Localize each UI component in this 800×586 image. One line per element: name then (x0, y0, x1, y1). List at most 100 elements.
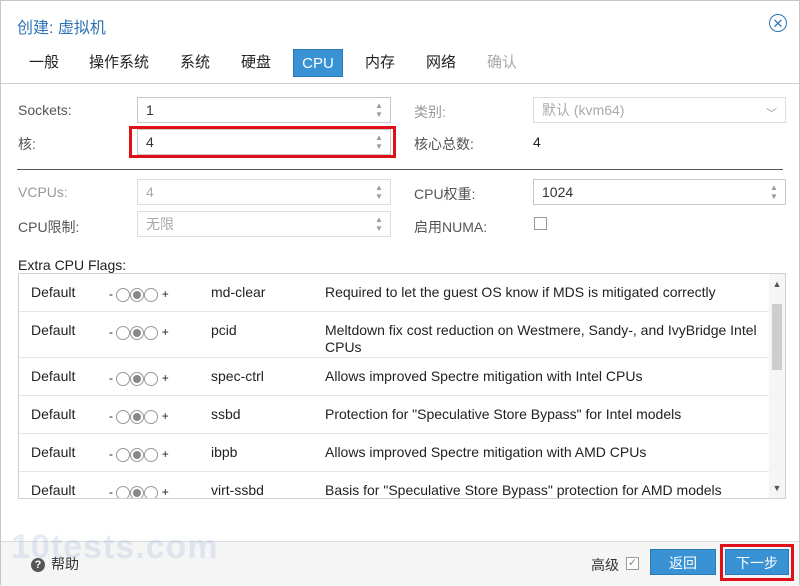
radio-default[interactable] (130, 485, 145, 498)
cpu-limit-value: 无限 (146, 216, 174, 232)
vcpus-input: 4 ▲ ▼ (137, 179, 391, 205)
radio-default[interactable] (130, 371, 145, 386)
chevron-down-icon: ﹀ (766, 108, 777, 120)
radio-off[interactable] (116, 325, 131, 340)
tab-network[interactable]: 网络 (418, 49, 464, 77)
type-value: 默认 (kvm64) (542, 102, 625, 118)
tab-confirm: 确认 (487, 54, 518, 71)
flag-state: Default (31, 482, 76, 498)
spinner-icon[interactable]: ▲ ▼ (374, 101, 384, 119)
spinner-icon[interactable]: ▲ ▼ (769, 183, 779, 201)
flag-toggle[interactable]: - + (109, 447, 169, 462)
total-cores-label: 核心总数: (414, 136, 474, 152)
tab-bar: 一般 操作系统 系统 硬盘 CPU 内存 网络 确认 (17, 49, 783, 79)
flag-row: Default - + virt-ssbd Basis for "Specula… (19, 472, 771, 498)
next-highlight-box (720, 544, 794, 581)
flag-toggle[interactable]: - + (109, 485, 169, 498)
flag-row: Default - + spec-ctrl Allows improved Sp… (19, 358, 771, 396)
total-cores-value: 4 (533, 134, 541, 150)
flag-row: Default - + pcid Meltdown fix cost reduc… (19, 312, 771, 358)
tab-divider (1, 83, 799, 84)
radio-on[interactable] (144, 287, 159, 302)
flag-state: Default (31, 368, 76, 384)
radio-off[interactable] (116, 447, 131, 462)
cpu-limit-label: CPU限制: (18, 219, 80, 235)
vcpus-value: 4 (146, 184, 154, 200)
flag-description: Protection for "Speculative Store Bypass… (325, 406, 682, 422)
flag-toggle[interactable]: - + (109, 287, 169, 302)
radio-off[interactable] (116, 485, 131, 498)
flag-name: pcid (211, 322, 237, 338)
flag-row: Default - + md-clear Required to let the… (19, 274, 771, 312)
flag-description: Allows improved Spectre mitigation with … (325, 444, 647, 460)
radio-off[interactable] (116, 409, 131, 424)
spinner-icon: ▲ ▼ (375, 183, 383, 201)
radio-default[interactable] (130, 325, 145, 340)
radio-on[interactable] (144, 447, 159, 462)
radio-on[interactable] (144, 409, 159, 424)
flags-scrollbar[interactable]: ▲ ▼ (769, 274, 785, 498)
tab-memory[interactable]: 内存 (357, 49, 403, 77)
flag-name: ssbd (211, 406, 241, 422)
tab-general[interactable]: 一般 (21, 49, 67, 77)
numa-checkbox[interactable] (534, 217, 547, 230)
radio-on[interactable] (144, 485, 159, 498)
radio-default[interactable] (130, 409, 145, 424)
cores-highlight-box (129, 126, 396, 158)
flag-description: Allows improved Spectre mitigation with … (325, 368, 643, 384)
sockets-input[interactable]: 1 ▲ ▼ (137, 97, 391, 123)
back-button[interactable]: 返回 (650, 549, 716, 575)
scroll-thumb[interactable] (772, 304, 782, 370)
cpu-limit-input[interactable]: 无限 ▲ ▼ (137, 211, 391, 237)
advanced-label: 高级 (591, 557, 619, 573)
flag-row: Default - + ssbd Protection for "Specula… (19, 396, 771, 434)
advanced-separator (17, 169, 783, 170)
title-bar: 创建: 虚拟机 ✕ (1, 1, 799, 45)
flag-description: Basis for "Speculative Store Bypass" pro… (325, 482, 722, 498)
tab-disk[interactable]: 硬盘 (233, 49, 279, 77)
numa-label: 启用NUMA: (414, 219, 488, 235)
spinner-icon[interactable]: ▲ ▼ (374, 215, 384, 233)
flag-description: Meltdown fix cost reduction on Westmere,… (325, 322, 757, 355)
tab-os[interactable]: 操作系统 (81, 49, 157, 77)
cpu-weight-input[interactable]: 1024 ▲ ▼ (533, 179, 786, 205)
flag-toggle[interactable]: - + (109, 371, 169, 386)
flag-toggle[interactable]: - + (109, 409, 169, 424)
flag-row: Default - + ibpb Allows improved Spectre… (19, 434, 771, 472)
flag-description: Required to let the guest OS know if MDS… (325, 284, 716, 300)
scroll-down-icon[interactable]: ▼ (769, 480, 785, 496)
radio-default[interactable] (130, 287, 145, 302)
tab-system[interactable]: 系统 (172, 49, 218, 77)
scroll-up-icon[interactable]: ▲ (769, 276, 785, 292)
radio-on[interactable] (144, 325, 159, 340)
vcpus-label: VCPUs: (18, 184, 68, 200)
extra-flags-grid: Default - + md-clear Required to let the… (18, 273, 786, 499)
radio-off[interactable] (116, 287, 131, 302)
tab-cpu[interactable]: CPU (293, 49, 343, 77)
advanced-checkbox[interactable]: ✓ (626, 557, 639, 570)
flag-state: Default (31, 322, 76, 338)
flag-toggle[interactable]: - + (109, 325, 169, 340)
flag-name: md-clear (211, 284, 266, 300)
cpu-weight-label: CPU权重: (414, 186, 476, 202)
close-icon[interactable]: ✕ (769, 14, 787, 32)
type-select: 默认 (kvm64) ﹀ (533, 97, 786, 123)
flag-name: spec-ctrl (211, 368, 264, 384)
cpu-weight-value: 1024 (542, 184, 574, 200)
sockets-value: 1 (146, 102, 154, 118)
flag-name: virt-ssbd (211, 482, 264, 498)
radio-on[interactable] (144, 371, 159, 386)
flag-state: Default (31, 444, 76, 460)
dialog-title: 创建: 虚拟机 (17, 20, 106, 37)
watermark-text: 10tests.com (11, 528, 219, 566)
create-vm-dialog: 创建: 虚拟机 ✕ 一般 操作系统 系统 硬盘 CPU 内存 网络 确认 Soc… (0, 0, 800, 586)
flag-name: ibpb (211, 444, 238, 460)
flag-state: Default (31, 284, 76, 300)
radio-off[interactable] (116, 371, 131, 386)
cores-label: 核: (18, 136, 36, 152)
flag-state: Default (31, 406, 76, 422)
extra-flags-label: Extra CPU Flags: (18, 257, 127, 273)
sockets-label: Sockets: (18, 102, 72, 118)
radio-default[interactable] (130, 447, 145, 462)
type-label: 类别: (414, 104, 446, 120)
